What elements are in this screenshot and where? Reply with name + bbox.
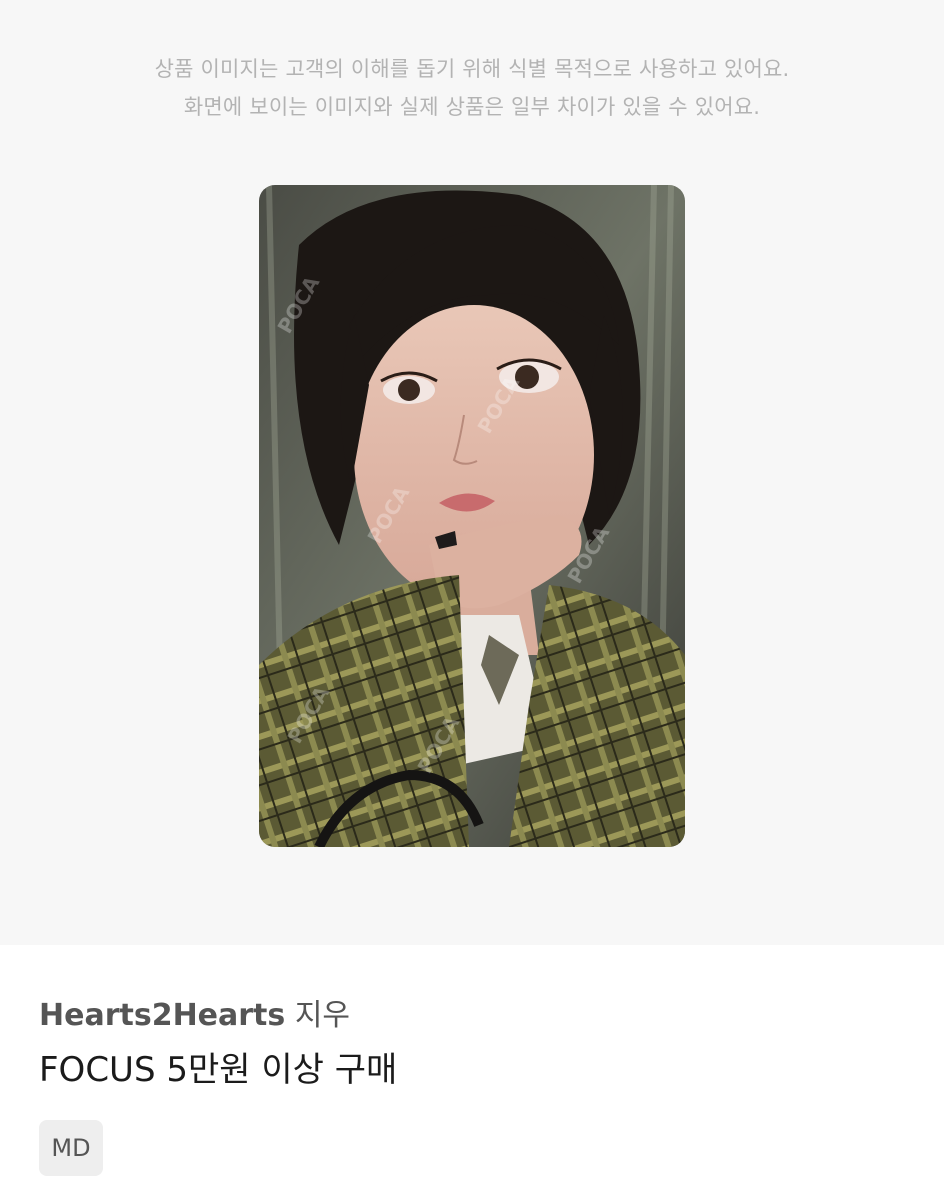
brand-line[interactable]: Hearts2Hearts 지우: [39, 996, 350, 1036]
notice-line-2: 화면에 보이는 이미지와 실제 상품은 일부 차이가 있을 수 있어요.: [183, 95, 761, 119]
notice-line-1: 상품 이미지는 고객의 이해를 돕기 위해 식별 목적으로 사용하고 있어요.: [154, 57, 790, 81]
product-image-section: 상품 이미지는 고객의 이해를 돕기 위해 식별 목적으로 사용하고 있어요. …: [0, 0, 944, 945]
product-photocard-image[interactable]: POCA POCA POCA POCA POCA POCA: [259, 185, 685, 847]
product-title: FOCUS 5만원 이상 구매: [39, 1050, 398, 1090]
product-info: Hearts2Hearts 지우 FOCUS 5만원 이상 구매 MD: [0, 945, 944, 1200]
photocard-illustration: POCA POCA POCA POCA POCA POCA: [259, 185, 685, 847]
brand-name[interactable]: Hearts2Hearts: [39, 998, 285, 1033]
image-notice: 상품 이미지는 고객의 이해를 돕기 위해 식별 목적으로 사용하고 있어요. …: [0, 50, 944, 126]
category-tag: MD: [39, 1120, 103, 1176]
member-name: 지우: [294, 998, 351, 1033]
